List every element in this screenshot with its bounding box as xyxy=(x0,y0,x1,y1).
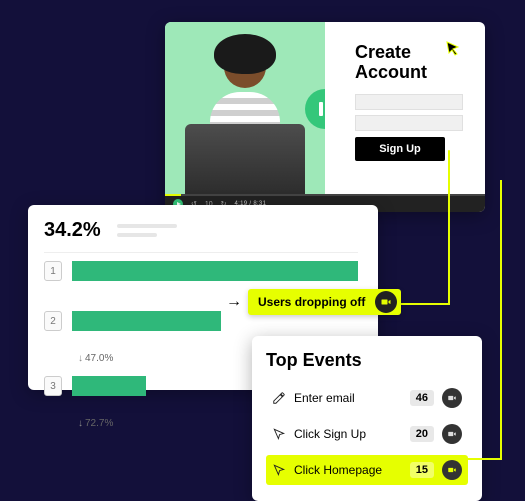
event-row[interactable]: Enter email 46 xyxy=(266,383,468,413)
session-replay-card: Create Account Sign Up ↺ 10 ↻ 4:19 / 8:3… xyxy=(165,22,485,212)
progress-fill xyxy=(165,194,181,196)
step-number: 3 xyxy=(44,376,62,396)
placeholder-line xyxy=(117,233,157,237)
cursor-icon xyxy=(445,40,461,56)
cursor-click-icon xyxy=(272,463,286,477)
step-number: 2 xyxy=(44,311,62,331)
event-count: 15 xyxy=(410,462,434,478)
video-camera-icon[interactable] xyxy=(442,460,462,480)
bar-fill xyxy=(72,261,358,281)
pencil-icon xyxy=(272,391,286,405)
pause-button[interactable] xyxy=(305,89,325,129)
event-row[interactable]: Click Homepage 15 xyxy=(266,455,468,485)
placeholder-line xyxy=(117,224,177,228)
event-count: 20 xyxy=(410,426,434,442)
cursor-click-icon xyxy=(272,427,286,441)
sign-up-button[interactable]: Sign Up xyxy=(355,137,445,161)
form-title-line1: Create xyxy=(355,42,411,62)
form-title-line2: Account xyxy=(355,62,427,82)
event-count: 46 xyxy=(410,390,434,406)
connector-line xyxy=(500,180,502,460)
step-number: 1 xyxy=(44,261,62,281)
bar-fill xyxy=(72,376,146,396)
bar-track xyxy=(72,261,358,281)
event-label: Enter email xyxy=(294,391,402,405)
connector-line xyxy=(448,150,450,305)
funnel-row: 1 xyxy=(44,259,358,283)
video-area: Create Account Sign Up xyxy=(165,22,485,196)
bar-fill xyxy=(72,311,221,331)
event-label: Click Sign Up xyxy=(294,427,402,441)
down-arrow-icon: ↓ xyxy=(78,418,83,429)
password-field[interactable] xyxy=(355,115,463,131)
callout-text: Users dropping off xyxy=(258,295,365,309)
connector-line xyxy=(440,458,502,460)
top-events-title: Top Events xyxy=(266,350,468,371)
signup-form-preview: Create Account Sign Up xyxy=(325,22,485,196)
laptop-illustration xyxy=(185,124,305,196)
progress-track[interactable] xyxy=(165,194,485,196)
session-thumbnail xyxy=(165,22,325,196)
top-events-card: Top Events Enter email46Click Sign Up20C… xyxy=(252,336,482,501)
divider xyxy=(44,252,358,253)
conversion-rate: 34.2% xyxy=(44,219,101,242)
dropoff-callout[interactable]: Users dropping off xyxy=(248,289,401,315)
video-camera-icon[interactable] xyxy=(442,424,462,444)
event-label: Click Homepage xyxy=(294,463,402,477)
email-field[interactable] xyxy=(355,94,463,110)
video-camera-icon[interactable] xyxy=(375,291,397,313)
callout-arrow-icon: → xyxy=(226,293,242,311)
video-camera-icon[interactable] xyxy=(442,388,462,408)
connector-line xyxy=(398,303,450,305)
event-row[interactable]: Click Sign Up 20 xyxy=(266,419,468,449)
down-arrow-icon: ↓ xyxy=(78,353,83,364)
